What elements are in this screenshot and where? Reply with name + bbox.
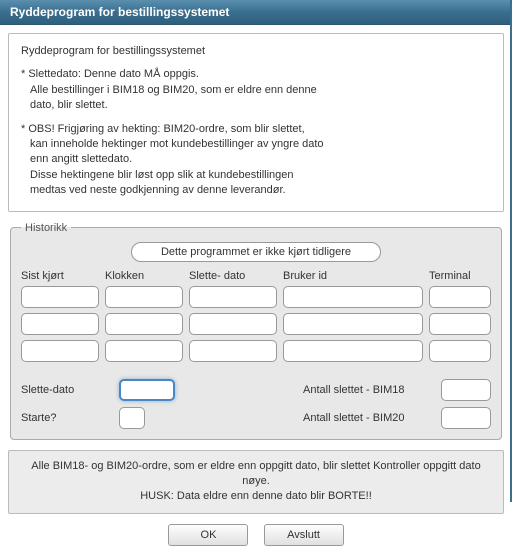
button-row: OK Avslutt bbox=[8, 524, 504, 546]
window-titlebar: Ryddeprogram for bestillingssystemet bbox=[0, 0, 512, 25]
col-head-klokken: Klokken bbox=[105, 270, 183, 282]
starte-label: Starte? bbox=[21, 412, 111, 424]
info-p2-l5: medtas ved neste godkjenning av denne le… bbox=[30, 183, 491, 198]
table-cell bbox=[429, 340, 491, 362]
antall-bim20-label: Antall slettet - BIM20 bbox=[303, 412, 433, 424]
history-status: Dette programmet er ikke kjørt tidligere bbox=[131, 242, 381, 262]
info-para-2: * OBS! Frigjøring av hekting: BIM20-ordr… bbox=[21, 122, 491, 199]
main-content: Ryddeprogram for bestillingssystemet * S… bbox=[0, 25, 512, 554]
info-p1-l3: dato, blir slettet. bbox=[30, 98, 491, 113]
table-cell bbox=[105, 313, 183, 335]
table-cell bbox=[21, 340, 99, 362]
slettedato-input[interactable] bbox=[119, 379, 175, 401]
col-slettedato: Slette- dato bbox=[189, 270, 277, 367]
antall-bim20-value bbox=[441, 407, 491, 429]
slettedato-label: Slette-dato bbox=[21, 384, 111, 396]
table-cell bbox=[283, 313, 423, 335]
warning-box: Alle BIM18- og BIM20-ordre, som er eldre… bbox=[8, 450, 504, 514]
col-terminal: Terminal bbox=[429, 270, 491, 367]
table-cell bbox=[105, 340, 183, 362]
window-title: Ryddeprogram for bestillingssystemet bbox=[10, 5, 229, 19]
warning-line-2: HUSK: Data eldre enn denne dato blir BOR… bbox=[140, 490, 372, 502]
col-head-bruker: Bruker id bbox=[283, 270, 423, 282]
info-p2-l3: enn angitt slettedato. bbox=[30, 152, 491, 167]
form-row-2: Starte? Antall slettet - BIM20 bbox=[21, 407, 491, 429]
warning-line-1: Alle BIM18- og BIM20-ordre, som er eldre… bbox=[31, 460, 480, 487]
table-cell bbox=[429, 286, 491, 308]
col-klokken: Klokken bbox=[105, 270, 183, 367]
ok-button[interactable]: OK bbox=[168, 524, 248, 546]
history-legend: Historikk bbox=[21, 222, 71, 234]
info-box: Ryddeprogram for bestillingssystemet * S… bbox=[8, 33, 504, 212]
antall-bim18-value bbox=[441, 379, 491, 401]
col-brukerid: Bruker id bbox=[283, 270, 423, 367]
col-head-terminal: Terminal bbox=[429, 270, 491, 282]
table-cell bbox=[105, 286, 183, 308]
history-fieldset: Historikk Dette programmet er ikke kjørt… bbox=[10, 222, 502, 440]
antall-bim18-label: Antall slettet - BIM18 bbox=[303, 384, 433, 396]
table-cell bbox=[189, 340, 277, 362]
info-p1-l1: * Slettedato: Denne dato MÅ oppgis. bbox=[21, 68, 199, 80]
info-p1-l2: Alle bestillinger i BIM18 og BIM20, som … bbox=[30, 83, 491, 98]
starte-input[interactable] bbox=[119, 407, 145, 429]
col-head-sist: Sist kjørt bbox=[21, 270, 99, 282]
table-cell bbox=[189, 313, 277, 335]
col-sist-kjort: Sist kjørt bbox=[21, 270, 99, 367]
table-cell bbox=[21, 313, 99, 335]
history-columns: Sist kjørt Klokken Slette- dato Bruker i… bbox=[21, 270, 491, 367]
table-cell bbox=[429, 313, 491, 335]
info-p2-l4: Disse hektingene blir løst opp slik at k… bbox=[30, 168, 491, 183]
info-p2-l2: kan inneholde hektinger mot kundebestill… bbox=[30, 137, 491, 152]
info-para-1: * Slettedato: Denne dato MÅ oppgis. Alle… bbox=[21, 67, 491, 113]
table-cell bbox=[283, 340, 423, 362]
table-cell bbox=[21, 286, 99, 308]
info-p2-l1: * OBS! Frigjøring av hekting: BIM20-ordr… bbox=[21, 123, 305, 135]
info-heading: Ryddeprogram for bestillingssystemet bbox=[21, 44, 491, 59]
table-cell bbox=[189, 286, 277, 308]
table-cell bbox=[283, 286, 423, 308]
form-row-1: Slette-dato Antall slettet - BIM18 bbox=[21, 379, 491, 401]
col-head-slettedato: Slette- dato bbox=[189, 270, 277, 282]
avslutt-button[interactable]: Avslutt bbox=[264, 524, 344, 546]
